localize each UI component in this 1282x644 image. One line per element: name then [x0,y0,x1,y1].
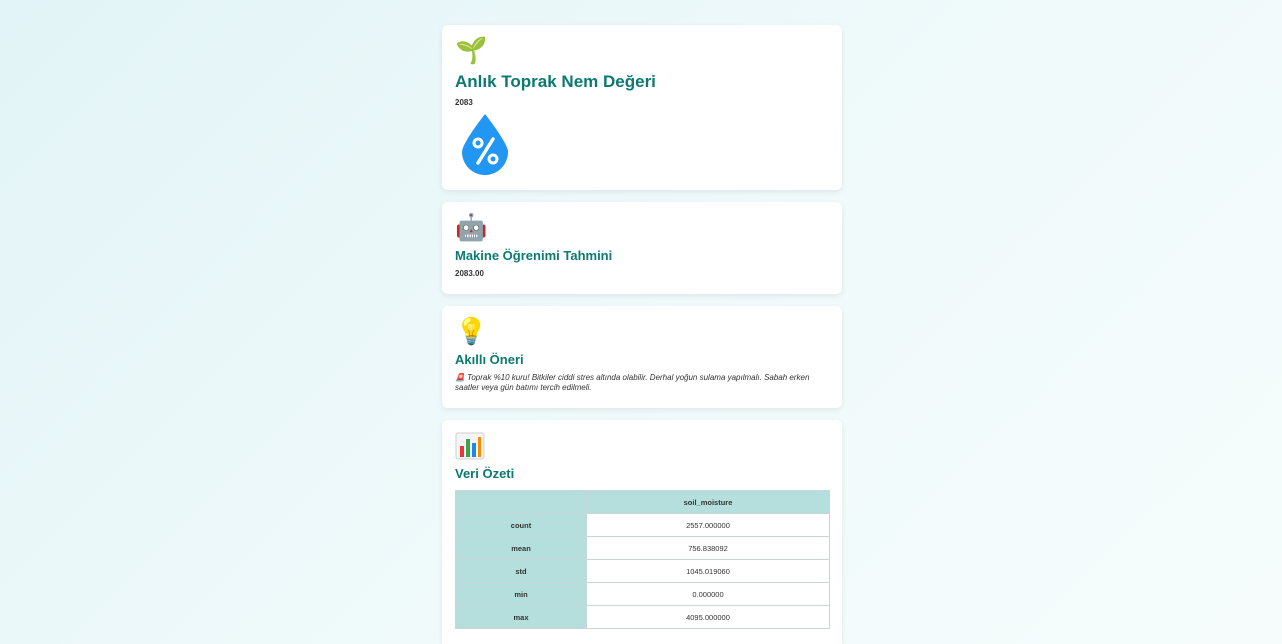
ml-prediction-card: 🤖 Makine Öğrenimi Tahmini 2083.00 [442,202,842,294]
humidity-drop-icon [462,114,508,175]
row-label: max [455,605,587,629]
row-value: 4095.000000 [586,605,830,629]
summary-table: soil_moisture count 2557.000000 mean 756… [455,490,830,629]
card-title: Anlık Toprak Nem Değeri [455,72,656,91]
row-label: mean [455,536,587,560]
robot-icon: 🤖 [455,213,488,243]
card-title: Veri Özeti [455,466,515,481]
table-row: min 0.000000 [455,582,830,606]
bar-chart-icon [455,432,485,460]
card-title: Makine Öğrenimi Tahmini [455,248,613,263]
row-value: 1045.019060 [586,559,830,583]
data-summary-card: Veri Özeti soil_moisture count 2557.0000… [442,420,842,644]
prediction-value: 2083.00 [455,269,484,278]
smart-advice-card: 💡 Akıllı Öneri 🚨 Toprak %10 kuru! Bitkil… [442,306,842,408]
seedling-icon: 🌱 [455,36,488,66]
row-value: 756.838092 [586,536,830,560]
soil-moisture-card: 🌱 Anlık Toprak Nem Değeri 2083 [442,25,842,190]
column-header: soil_moisture [586,490,830,514]
moisture-value: 2083 [455,98,473,107]
table-row: std 1045.019060 [455,559,830,583]
row-label: count [455,513,587,537]
row-value: 0.000000 [586,582,830,606]
lightbulb-icon: 💡 [455,317,488,347]
card-title: Akıllı Öneri [455,352,524,367]
table-header-row: soil_moisture [455,490,830,514]
advice-text: 🚨 Toprak %10 kuru! Bitkiler ciddi stres … [455,373,810,392]
empty-header [455,490,587,514]
table-row: count 2557.000000 [455,513,830,537]
row-label: std [455,559,587,583]
row-label: min [455,582,587,606]
table-row: mean 756.838092 [455,536,830,560]
table-row: max 4095.000000 [455,605,830,629]
row-value: 2557.000000 [586,513,830,537]
